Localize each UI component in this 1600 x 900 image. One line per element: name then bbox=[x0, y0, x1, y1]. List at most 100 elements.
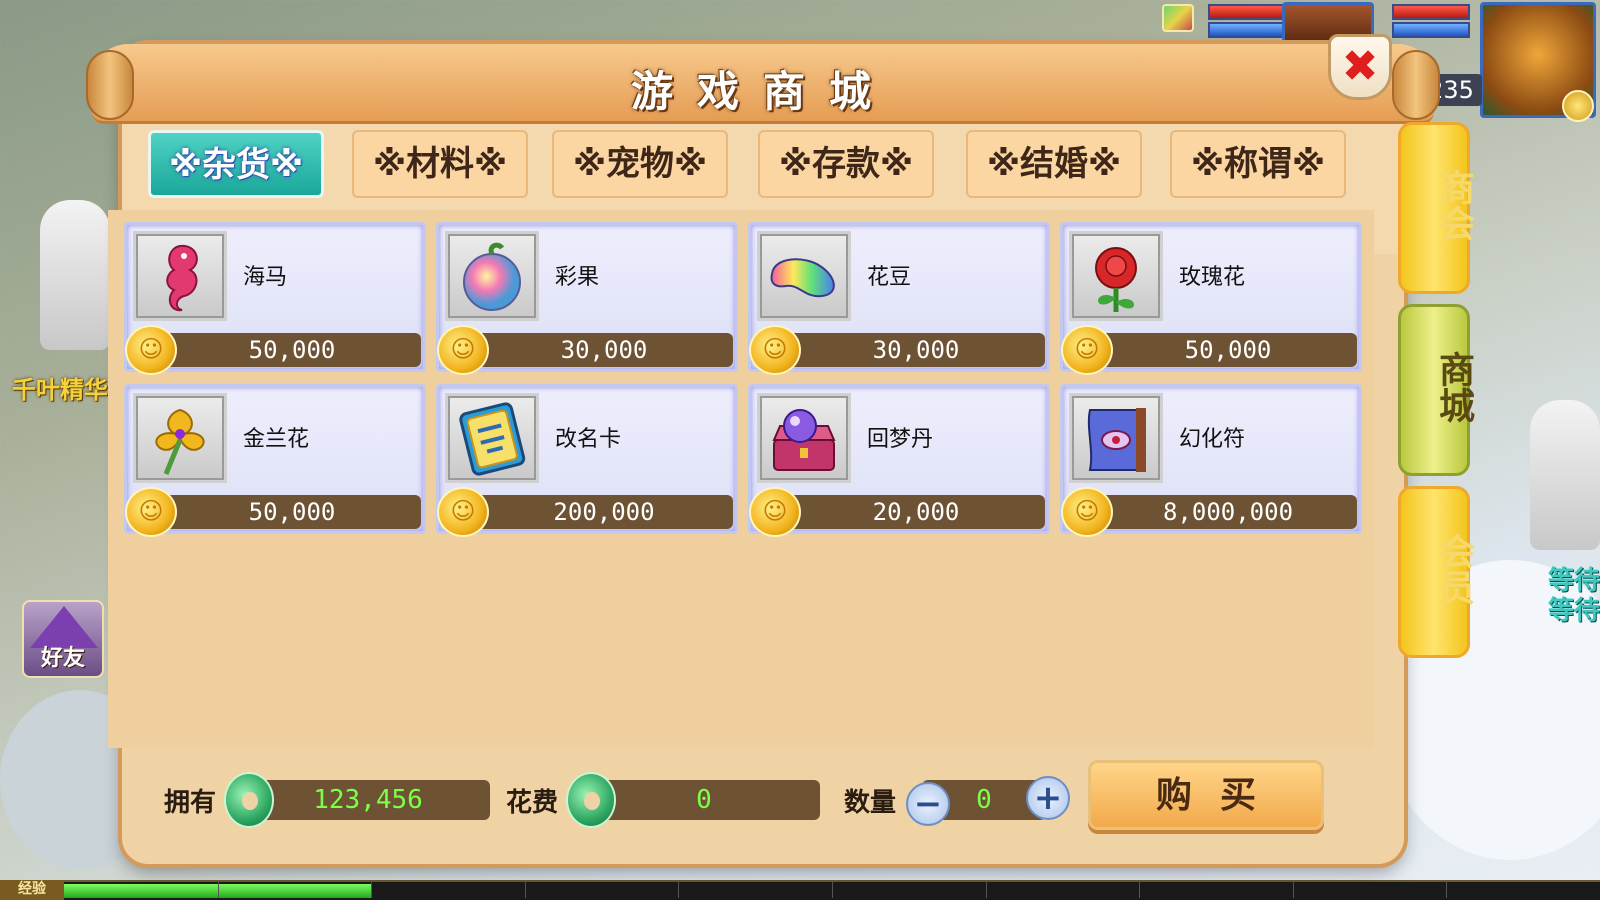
item-name: 回梦丹 bbox=[867, 427, 934, 452]
buy-button[interactable]: 购买 bbox=[1088, 760, 1324, 830]
tab-pets[interactable]: ※宠物※ bbox=[552, 130, 728, 198]
item-name: 改名卡 bbox=[555, 427, 622, 452]
experience-tick bbox=[525, 882, 526, 898]
owned-label: 拥有 bbox=[164, 788, 217, 818]
item-price-bar: 20,000 bbox=[775, 495, 1045, 529]
item-icon-frame bbox=[1069, 231, 1163, 321]
rose-icon bbox=[1095, 247, 1137, 312]
experience-label: 经验 bbox=[0, 880, 64, 900]
item-card[interactable]: 花豆 30,000 ☺ bbox=[748, 222, 1050, 375]
cost-value-box: 0 bbox=[588, 780, 820, 820]
item-icon-frame bbox=[757, 393, 851, 483]
gold-coin-icon: ☺ bbox=[1061, 325, 1113, 375]
item-name: 彩果 bbox=[555, 265, 600, 290]
item-icon-frame bbox=[133, 231, 227, 321]
side-tab-mall[interactable]: 商城 bbox=[1398, 304, 1474, 476]
shop-header: 游戏商城 bbox=[86, 44, 1440, 124]
close-button[interactable]: ✖ bbox=[1328, 34, 1392, 100]
item-card[interactable]: 幻化符 8,000,000 ☺ bbox=[1060, 384, 1362, 537]
item-price-bar: 30,000 bbox=[463, 333, 733, 367]
gold-coin-icon bbox=[1562, 90, 1594, 122]
purchase-bar: 拥有 123,456 花费 0 数量 0 − + 购买 bbox=[122, 752, 1404, 852]
category-tabs: ※杂货※ ※材料※ ※宠物※ ※存款※ ※结婚※ ※称谓※ bbox=[148, 130, 1356, 198]
experience-bar: 经验 bbox=[0, 880, 1600, 900]
owned-value-box: 123,456 bbox=[246, 780, 490, 820]
item-card[interactable]: 彩果 30,000 ☺ bbox=[436, 222, 738, 375]
npc-character[interactable] bbox=[1530, 400, 1600, 550]
item-price: 200,000 bbox=[553, 498, 655, 526]
side-tab-membership[interactable]: 会员 bbox=[1398, 486, 1474, 658]
pet-mp-bar bbox=[1208, 22, 1286, 38]
shop-title: 游戏商城 bbox=[630, 67, 895, 116]
player-status-bars bbox=[1392, 4, 1470, 48]
owned-value: 123,456 bbox=[313, 785, 423, 815]
tab-materials[interactable]: ※材料※ bbox=[352, 130, 528, 198]
side-tab-label: 商会 bbox=[1433, 169, 1474, 241]
close-icon: ✖ bbox=[1341, 41, 1379, 92]
side-tab-chamber[interactable]: 商会 bbox=[1398, 122, 1474, 294]
item-price-bar: 200,000 bbox=[463, 495, 733, 529]
item-icon-frame bbox=[1069, 393, 1163, 483]
item-card[interactable]: 玫瑰花 50,000 ☺ bbox=[1060, 222, 1362, 375]
flower-bean-icon bbox=[770, 258, 835, 298]
side-tab-label: 商城 bbox=[1433, 351, 1474, 423]
experience-tick bbox=[986, 882, 987, 898]
item-price: 50,000 bbox=[1184, 336, 1272, 364]
item-price: 30,000 bbox=[872, 336, 960, 364]
player-hp-bar bbox=[1392, 4, 1470, 20]
buff-badge-icon[interactable] bbox=[1162, 4, 1194, 32]
tab-titles[interactable]: ※称谓※ bbox=[1170, 130, 1346, 198]
item-price-bar: 8,000,000 bbox=[1087, 495, 1357, 529]
cost-value: 0 bbox=[696, 785, 712, 815]
item-name: 幻化符 bbox=[1179, 427, 1246, 452]
item-price-bar: 50,000 bbox=[151, 333, 421, 367]
item-card[interactable]: 海马 50,000 ☺ bbox=[124, 222, 426, 375]
tab-deposit[interactable]: ※存款※ bbox=[758, 130, 934, 198]
item-icon-frame bbox=[445, 231, 539, 321]
item-icon-frame bbox=[757, 231, 851, 321]
friend-button-label: 好友 bbox=[40, 646, 85, 671]
item-card[interactable]: 金兰花 50,000 ☺ bbox=[124, 384, 426, 537]
experience-tick bbox=[678, 882, 679, 898]
item-icon-frame bbox=[133, 393, 227, 483]
gold-coin-icon: ☺ bbox=[749, 487, 801, 537]
friend-button[interactable]: 好友 bbox=[22, 600, 104, 678]
item-price: 20,000 bbox=[872, 498, 960, 526]
tab-marriage[interactable]: ※结婚※ bbox=[966, 130, 1142, 198]
experience-tick bbox=[1446, 882, 1447, 898]
quantity-label: 数量 bbox=[844, 788, 897, 818]
item-name: 花豆 bbox=[867, 265, 912, 290]
item-card[interactable]: 回梦丹 20,000 ☺ bbox=[748, 384, 1050, 537]
cost-label: 花费 bbox=[506, 788, 559, 818]
gold-coin-icon: ☺ bbox=[437, 325, 489, 375]
item-name: 金兰花 bbox=[243, 427, 310, 452]
golden-orchid-icon bbox=[155, 408, 205, 475]
item-price: 8,000,000 bbox=[1162, 498, 1294, 526]
seahorse-icon bbox=[166, 244, 198, 312]
item-name: 海马 bbox=[243, 265, 288, 290]
npc-character[interactable] bbox=[40, 200, 110, 350]
gold-coin-icon: ☺ bbox=[437, 487, 489, 537]
side-tab-label: 会员 bbox=[1433, 533, 1474, 605]
jade-currency-icon bbox=[566, 772, 616, 828]
item-price-bar: 30,000 bbox=[775, 333, 1045, 367]
rainbow-fruit-icon bbox=[463, 242, 521, 311]
waiting-status-text: 等待 bbox=[1547, 596, 1600, 626]
item-name: 玫瑰花 bbox=[1179, 265, 1246, 290]
npc-name-label: 千叶精华 bbox=[12, 376, 108, 404]
player-mp-bar bbox=[1392, 22, 1470, 38]
item-card[interactable]: 改名卡 200,000 ☺ bbox=[436, 384, 738, 537]
item-price-bar: 50,000 bbox=[1087, 333, 1357, 367]
experience-tick bbox=[218, 882, 219, 898]
experience-tick bbox=[371, 882, 372, 898]
pet-hp-bar bbox=[1208, 4, 1286, 20]
item-icon-frame bbox=[445, 393, 539, 483]
tab-grocery[interactable]: ※杂货※ bbox=[148, 130, 324, 198]
experience-ticks bbox=[64, 880, 1600, 900]
quantity-increase-button[interactable]: + bbox=[1026, 776, 1070, 820]
quantity-decrease-button[interactable]: − bbox=[906, 782, 950, 826]
gold-coin-icon: ☺ bbox=[125, 487, 177, 537]
dream-pill-chest-icon bbox=[772, 409, 836, 471]
rename-card-icon bbox=[459, 402, 526, 476]
transform-scroll-icon bbox=[1087, 408, 1146, 472]
